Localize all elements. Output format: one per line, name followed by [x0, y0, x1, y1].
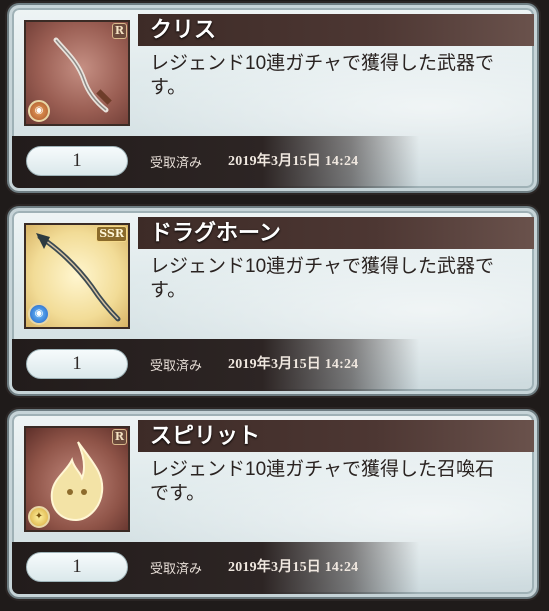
gift-history-list: R ◉ クリス レジェンド10連ガチャで獲得した武器です。 1 受取済み 201…	[0, 0, 549, 611]
fire-element-icon: ◉	[28, 100, 50, 122]
rarity-badge: R	[111, 23, 127, 39]
water-element-icon: ◉	[28, 303, 50, 325]
quantity-badge: 1	[26, 349, 128, 379]
received-date: 2019年3月15日 14:24	[228, 154, 359, 169]
received-date: 2019年3月15日 14:24	[228, 357, 359, 372]
item-name-bar: スピリット	[138, 420, 534, 452]
light-element-icon: ✦	[28, 506, 50, 528]
gift-item-card[interactable]: R ◉ クリス レジェンド10連ガチャで獲得した武器です。 1 受取済み 201…	[9, 5, 537, 191]
gift-item-card[interactable]: R ✦ スピリット レジェンド10連ガチャで獲得した召喚石です。 1 受取済み …	[9, 411, 537, 597]
item-description: レジェンド10連ガチャで獲得した召喚石です。	[150, 459, 494, 504]
item-description: レジェンド10連ガチャで獲得した武器です。	[150, 53, 494, 98]
item-name: クリス	[150, 17, 217, 42]
item-footer: 1 受取済み 2019年3月15日 14:24	[12, 339, 534, 391]
item-footer: 1 受取済み 2019年3月15日 14:24	[12, 542, 534, 594]
quantity-badge: 1	[26, 146, 128, 176]
item-description: レジェンド10連ガチャで獲得した武器です。	[150, 256, 494, 301]
item-name-bar: クリス	[138, 14, 534, 46]
item-name-bar: ドラグホーン	[138, 217, 534, 249]
item-name: ドラグホーン	[150, 220, 281, 245]
receive-status: 受取済み	[150, 561, 203, 576]
item-thumbnail[interactable]: R ◉	[24, 20, 130, 126]
item-name: スピリット	[150, 423, 261, 448]
item-thumbnail[interactable]: R ✦	[24, 426, 130, 532]
receive-status: 受取済み	[150, 155, 203, 170]
item-footer: 1 受取済み 2019年3月15日 14:24	[12, 136, 534, 188]
rarity-badge: SSR	[96, 226, 127, 242]
received-date: 2019年3月15日 14:24	[228, 560, 359, 575]
receive-status: 受取済み	[150, 358, 203, 373]
quantity-badge: 1	[26, 552, 128, 582]
rarity-badge: R	[111, 429, 127, 445]
item-thumbnail[interactable]: SSR ◉	[24, 223, 130, 329]
gift-item-card[interactable]: SSR ◉ ドラグホーン レジェンド10連ガチャで獲得した武器です。 1 受取済…	[9, 208, 537, 394]
